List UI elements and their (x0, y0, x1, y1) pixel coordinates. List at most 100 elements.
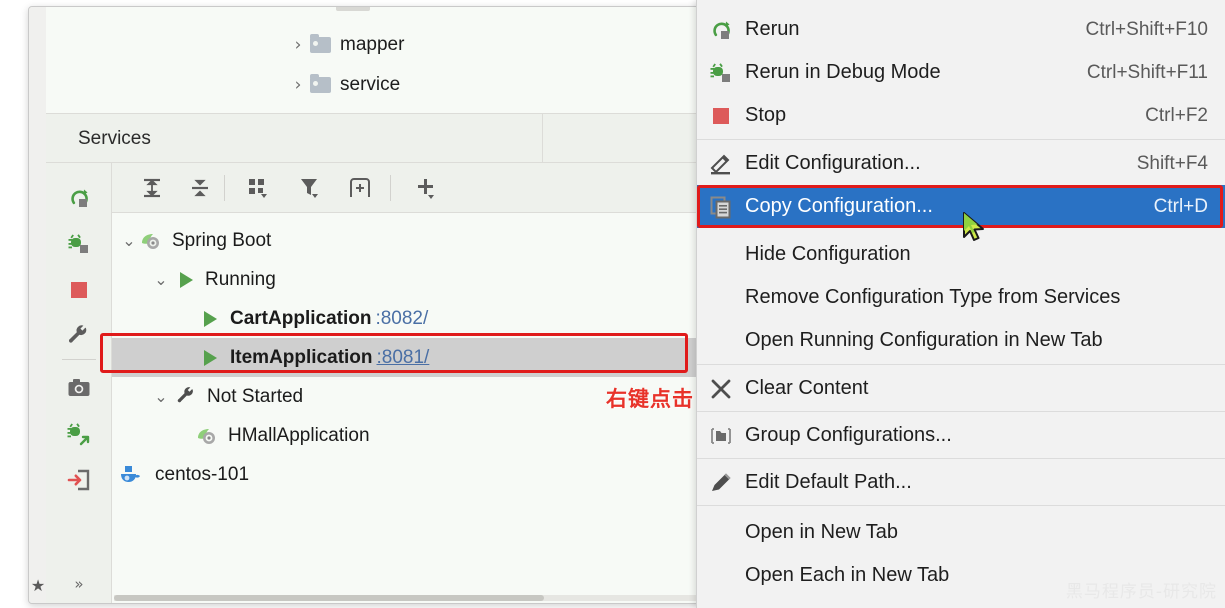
port-link[interactable]: :8081/ (377, 347, 430, 369)
menu-separator (697, 411, 1225, 412)
camera-icon[interactable] (60, 369, 98, 407)
menu-item-label: Rerun in Debug Mode (745, 61, 941, 83)
menu-separator (697, 364, 1225, 365)
tree-row[interactable]: › mapper (286, 25, 404, 65)
more-options-icon[interactable]: » (60, 571, 98, 597)
menu-item-open-running-config-new-tab[interactable]: Open Running Configuration in New Tab (697, 319, 1225, 362)
tree-item-label: Not Started (207, 385, 304, 407)
project-tree-pane: › mapper › service (46, 7, 713, 113)
page-title: Services (78, 128, 151, 149)
menu-item-label: Clear Content (745, 377, 869, 399)
tree-horizontal-scrollbar[interactable] (114, 595, 710, 601)
menu-item-label: Open Running Configuration in New Tab (745, 329, 1103, 351)
menu-item-edit-configuration[interactable]: Edit Configuration... Shift+F4 (697, 142, 1225, 185)
menu-item-hide-configuration[interactable]: Hide Configuration (697, 233, 1225, 276)
expand-all-icon[interactable] (134, 170, 170, 206)
right-click-annotation: 右键点击 (606, 387, 694, 411)
spring-boot-icon (140, 231, 162, 251)
copy-icon (697, 195, 745, 219)
tree-row[interactable]: CartApplication :8082/ (112, 299, 713, 338)
menu-item-group-configurations[interactable]: Group Configurations... (697, 414, 1225, 457)
menu-item-edit-default-path[interactable]: Edit Default Path... (697, 461, 1225, 504)
wrench-icon[interactable] (60, 317, 98, 355)
menu-item-clear-content[interactable]: Clear Content (697, 367, 1225, 410)
chevron-right-icon[interactable]: › (286, 35, 310, 55)
tree-row[interactable]: ⌄ Spring Boot (112, 221, 713, 260)
menu-item-label: Stop (745, 104, 787, 126)
stop-icon[interactable] (60, 271, 98, 309)
services-tree: ⌄ Spring Boot ⌄ Running CartApplication … (112, 213, 713, 603)
tree-item-label: Running (205, 268, 276, 290)
group-by-icon[interactable] (240, 170, 276, 206)
menu-item-label: Copy Configuration... (745, 195, 933, 217)
list-item-label: service (340, 74, 401, 95)
menu-separator (697, 139, 1225, 140)
show-tab-icon[interactable] (342, 170, 378, 206)
tree-row[interactable]: centos-101 (112, 455, 713, 494)
menu-item-label: Remove Configuration Type from Services (745, 286, 1121, 308)
chevron-right-icon[interactable]: › (286, 75, 310, 95)
tree-item-label: ItemApplication (230, 346, 373, 368)
star-icon[interactable]: ★ (30, 579, 46, 595)
menu-item-label: Open in New Tab (745, 521, 899, 543)
editor-tab-stub (336, 7, 370, 11)
exit-icon[interactable] (60, 461, 98, 499)
menu-item-remove-configuration-type[interactable]: Remove Configuration Type from Services (697, 276, 1225, 319)
watermark: 黑马程序员-研究院 (1065, 582, 1217, 602)
menu-item-rerun[interactable]: Rerun Ctrl+Shift+F10 (697, 8, 1225, 51)
close-x-icon (697, 378, 745, 400)
pencil-icon (697, 471, 745, 495)
tree-row[interactable]: ItemApplication :8081/ (112, 338, 713, 377)
tree-item-label: CartApplication (230, 307, 372, 329)
menu-item-rerun-debug[interactable]: Rerun in Debug Mode Ctrl+Shift+F11 (697, 51, 1225, 94)
menu-item-accelerator: Shift+F4 (1136, 152, 1208, 174)
chevron-down-icon[interactable]: ⌄ (150, 270, 172, 289)
chevron-down-icon[interactable]: ⌄ (118, 231, 140, 250)
services-horizontal-toolbar (112, 163, 713, 213)
menu-item-label: Rerun (745, 18, 800, 40)
favorites-tool-strip: Favorites ★ (29, 7, 60, 603)
folder-icon (310, 34, 331, 53)
header-divider (542, 114, 543, 163)
menu-item-copy-configuration[interactable]: Copy Configuration... Ctrl+D (697, 185, 1225, 228)
menu-separator (697, 505, 1225, 506)
attach-debug-icon[interactable] (60, 415, 98, 453)
rerun-icon[interactable] (60, 179, 98, 217)
rerun-icon (697, 18, 745, 42)
rerun-debug-icon (697, 61, 745, 85)
run-triangle-icon (202, 310, 219, 328)
rerun-debug-icon[interactable] (60, 225, 98, 263)
edit-pencil-icon (697, 152, 745, 176)
filter-icon[interactable] (292, 170, 328, 206)
docker-icon (120, 465, 144, 485)
services-tool-window-header: Services (46, 113, 713, 163)
folder-icon (310, 74, 331, 93)
tree-row[interactable]: HMallApplication (112, 416, 713, 455)
services-vertical-toolbar: » (46, 163, 112, 603)
add-icon[interactable] (408, 170, 444, 206)
port-link[interactable]: :8082/ (375, 308, 428, 330)
menu-item-stop[interactable]: Stop Ctrl+F2 (697, 94, 1225, 137)
collapse-all-icon[interactable] (182, 170, 218, 206)
screenshot-root: Favorites ★ › mapper › service Services (0, 0, 1225, 608)
stop-icon (697, 105, 745, 127)
spring-boot-icon (196, 426, 218, 446)
tree-item-label: HMallApplication (228, 424, 370, 446)
group-folder-icon (697, 425, 745, 447)
menu-item-accelerator: Ctrl+D (1153, 195, 1208, 217)
chevron-down-icon[interactable]: ⌄ (150, 387, 172, 406)
context-menu: Rerun Ctrl+Shift+F10 Rerun in Debug Mode… (696, 0, 1225, 608)
tree-row[interactable]: ⌄ Running (112, 260, 713, 299)
menu-item-label: Edit Default Path... (745, 471, 912, 493)
menu-item-label: Edit Configuration... (745, 152, 921, 174)
menu-item-accelerator: Ctrl+Shift+F10 (1085, 18, 1209, 40)
list-item-label: mapper (340, 34, 405, 55)
tree-item-label: Spring Boot (172, 229, 272, 251)
menu-item-accelerator: Ctrl+F2 (1145, 104, 1208, 126)
menu-separator (697, 458, 1225, 459)
services-tool-window-body: » ⌄ Spring Boot ⌄ Running CartApplicatio… (46, 163, 713, 603)
run-triangle-icon (202, 349, 219, 367)
menu-item-open-in-new-tab[interactable]: Open in New Tab (697, 511, 1225, 554)
tree-row[interactable]: › service (286, 65, 400, 105)
tree-item-label: centos-101 (155, 463, 250, 485)
